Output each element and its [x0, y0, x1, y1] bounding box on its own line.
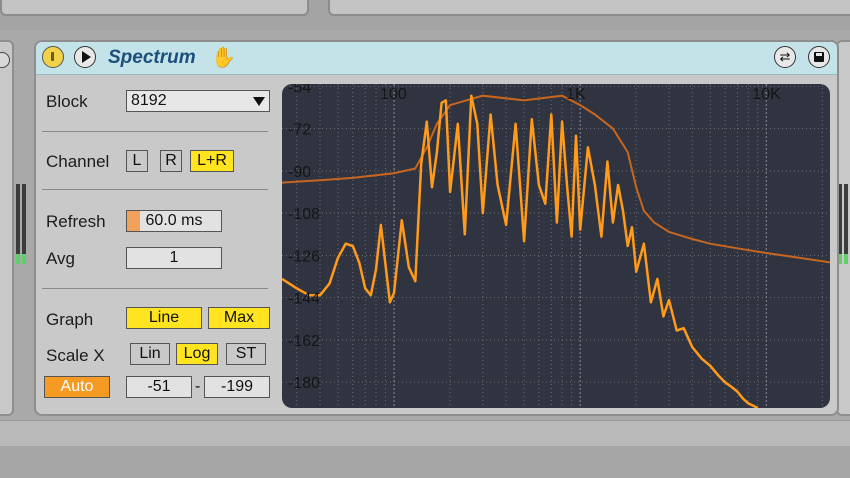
- device-title: Spectrum: [108, 47, 196, 68]
- y-tick-label: -54: [288, 84, 311, 96]
- bottom-strip: [0, 446, 850, 478]
- y-tick-label: -108: [288, 206, 320, 223]
- adjacent-device-top-left: [0, 0, 309, 16]
- fold-icon[interactable]: ⇄: [774, 46, 796, 68]
- x-tick-label: 10K: [752, 86, 781, 103]
- refresh-fill: [127, 211, 141, 231]
- scale-lin-button[interactable]: Lin: [130, 343, 170, 365]
- bottom-bar: [0, 420, 850, 447]
- hand-icon[interactable]: ✋: [211, 45, 236, 70]
- x-tick-label: 1K: [566, 86, 586, 103]
- adjacent-device-left: [0, 40, 14, 416]
- y-tick-label: -90: [288, 164, 311, 181]
- avg-value: 1: [169, 249, 179, 266]
- y-tick-label: -126: [288, 248, 320, 265]
- refresh-field[interactable]: 60.0 ms: [126, 210, 222, 232]
- spectrum-curve: [282, 94, 759, 408]
- play-icon[interactable]: [74, 46, 96, 68]
- level-meter-left-1: [16, 184, 20, 264]
- y-tick-label: -72: [288, 122, 311, 139]
- auto-button[interactable]: Auto: [44, 376, 110, 398]
- range-max-field[interactable]: -199: [204, 376, 270, 398]
- spectrum-device: Spectrum ✋ ⇄ Block 8192 Channel L R L+R …: [34, 40, 839, 416]
- save-icon[interactable]: [808, 46, 830, 68]
- graph-label: Graph: [46, 310, 94, 329]
- device-titlebar: Spectrum ✋ ⇄: [36, 42, 837, 75]
- avg-label: Avg: [46, 249, 75, 268]
- block-value: 8192: [131, 92, 167, 109]
- channel-label: Channel: [46, 152, 110, 171]
- channel-r-button[interactable]: R: [160, 150, 182, 172]
- range-separator: -: [195, 378, 201, 395]
- scale-st-button[interactable]: ST: [226, 343, 266, 365]
- y-tick-label: -162: [288, 333, 320, 350]
- channel-l-button[interactable]: L: [126, 150, 148, 172]
- adjacent-device-button-icon[interactable]: [0, 52, 10, 68]
- y-tick-label: -144: [288, 291, 320, 308]
- y-tick-label: -180: [288, 375, 320, 392]
- x-tick-label: 100: [380, 86, 407, 103]
- spectrum-graph[interactable]: -54-72-90-108-126-144-162-180-1981001K10…: [282, 84, 830, 408]
- graph-line-button[interactable]: Line: [126, 307, 202, 329]
- level-meter-left-2: [22, 184, 26, 264]
- refresh-value: 60.0 ms: [145, 212, 203, 229]
- range-min-field[interactable]: -51: [126, 376, 192, 398]
- level-meter-right-2: [844, 184, 848, 264]
- divider: [42, 131, 268, 132]
- block-dropdown[interactable]: 8192: [126, 90, 270, 112]
- channel-lr-button[interactable]: L+R: [190, 150, 234, 172]
- power-icon[interactable]: [42, 46, 64, 68]
- scale-x-label: Scale X: [46, 346, 105, 365]
- graph-max-button[interactable]: Max: [208, 307, 270, 329]
- scale-log-button[interactable]: Log: [176, 343, 218, 365]
- divider: [42, 288, 268, 289]
- dropdown-arrow-icon: [253, 97, 265, 106]
- spectrum-chart: -54-72-90-108-126-144-162-180-1981001K10…: [282, 84, 830, 408]
- adjacent-device-top-right: [328, 0, 850, 16]
- refresh-label: Refresh: [46, 212, 106, 231]
- divider: [42, 189, 268, 190]
- avg-field[interactable]: 1: [126, 247, 222, 269]
- block-label: Block: [46, 92, 88, 111]
